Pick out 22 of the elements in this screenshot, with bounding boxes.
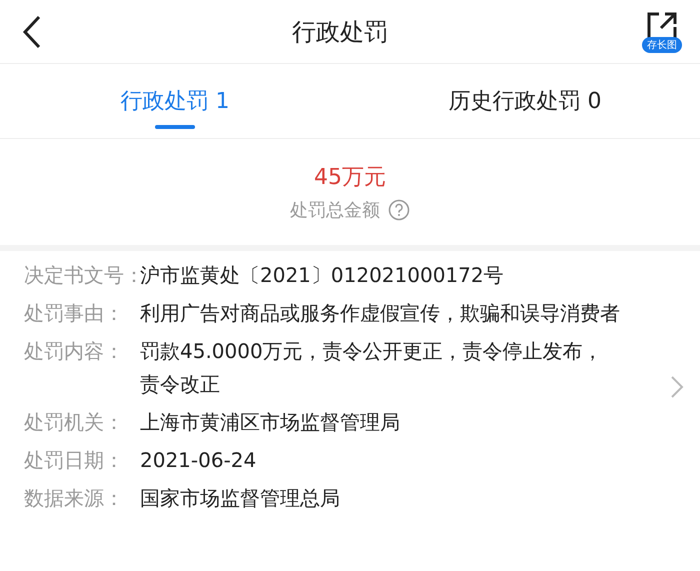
penalty-amount: 45万元 (314, 164, 386, 192)
field-label: 处罚事由： (24, 300, 125, 327)
field-label: 处罚机关： (24, 409, 125, 436)
share-button[interactable]: 存长图 (638, 10, 686, 52)
back-icon[interactable] (22, 14, 42, 48)
field-label: 决定书文号： (24, 262, 140, 289)
field-value: 沪市监黄处〔2021〕012021000172号 (140, 262, 505, 289)
help-icon[interactable] (388, 199, 410, 221)
field-label: 数据来源： (24, 485, 125, 512)
tab[interactable]: 历史行政处罚 0 (350, 64, 700, 138)
field-value: 2021-06-24 (140, 447, 258, 474)
field-value: 上海市黄浦区市场监督管理局 (140, 409, 401, 436)
field-label: 处罚日期： (24, 447, 125, 474)
page-title: 行政处罚 (292, 16, 388, 48)
field-value: 国家市场监督管理总局 (140, 485, 341, 512)
amount-caption: 处罚总金额 (290, 199, 380, 222)
save-long-image-badge: 存长图 (642, 36, 682, 52)
field-label: 处罚内容： (24, 338, 125, 365)
field-value: 罚款45.0000万元，责令公开更正，责令停止发布，责令改正 (140, 338, 604, 398)
field-value: 利用广告对商品或服务作虚假宣传，欺骗和误导消费者 (140, 300, 620, 327)
tab[interactable]: 行政处罚 1 (0, 64, 350, 138)
chevron-right-icon[interactable] (670, 375, 684, 399)
